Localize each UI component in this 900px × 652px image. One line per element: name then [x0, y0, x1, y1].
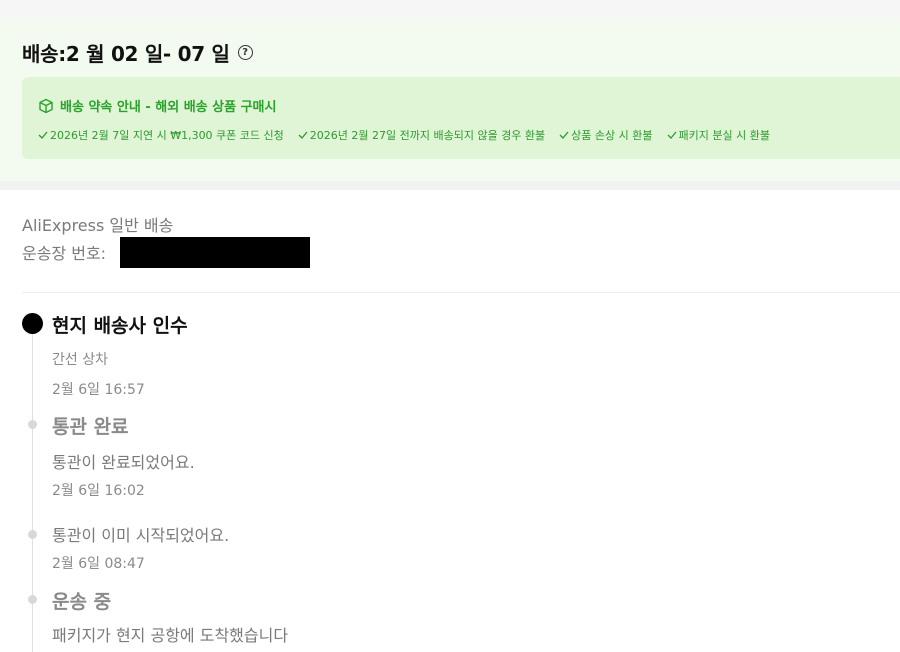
package-box-icon: [39, 98, 53, 113]
timeline-event-text: 통관이 이미 시작되었어요.: [52, 526, 230, 545]
timeline-event-time: 2월 6일 08:47: [52, 556, 145, 572]
check-icon: [667, 131, 677, 139]
promise-list: 2026년 2월 7일 지연 시 ₩1,300 쿠폰 코드 신청 2026년 2…: [38, 127, 784, 143]
timeline-event-heading: 운송 중: [52, 591, 112, 613]
section-separator: [0, 181, 900, 190]
promise-item-label: 상품 손상 시 환불: [571, 129, 653, 142]
promise-item: 2026년 2월 27일 전까지 배송되지 않을 경우 환불: [298, 127, 545, 143]
check-icon: [38, 131, 48, 139]
promise-item: 패키지 분실 시 환불: [667, 127, 770, 143]
promise-item-label: 2026년 2월 27일 전까지 배송되지 않을 경우 환불: [309, 129, 546, 142]
delivery-promise-box: 배송 약속 안내 - 해외 배송 상품 구매시 2026년 2월 7일 지연 시…: [22, 77, 900, 159]
promise-item: 상품 손상 시 환불: [559, 127, 653, 143]
delivery-estimate-title: 배송:2 월 02 일- 07 일: [22, 41, 230, 66]
check-icon: [298, 131, 308, 139]
promise-title-row: 배송 약속 안내 - 해외 배송 상품 구매시: [38, 96, 276, 115]
timeline-dot: [28, 420, 37, 429]
top-band: [0, 0, 900, 18]
timeline-event-heading: 현지 배송사 인수: [52, 315, 188, 337]
carrier-name: AliExpress 일반 배송: [22, 216, 174, 235]
timeline-dot: [28, 530, 37, 539]
promise-title: 배송 약속 안내 - 해외 배송 상품 구매시: [60, 100, 277, 115]
promise-item: 2026년 2월 7일 지연 시 ₩1,300 쿠폰 코드 신청: [38, 127, 284, 143]
question-circle-icon[interactable]: ?: [237, 44, 253, 60]
timeline-event-time: 2월 6일 16:02: [52, 483, 145, 499]
timeline-event-heading: 통관 완료: [52, 416, 129, 438]
tracking-number-row: 운송장 번호:: [22, 240, 106, 264]
timeline-event-text: 간선 상차: [52, 352, 108, 368]
tracking-number-redacted: [120, 237, 310, 268]
timeline-dot: [28, 595, 37, 604]
timeline-event-text: 통관이 완료되었어요.: [52, 453, 195, 472]
divider: [22, 292, 900, 293]
check-icon: [559, 131, 569, 139]
timeline-dot-active: [22, 313, 43, 334]
tracking-number-label: 운송장 번호:: [22, 244, 107, 263]
promise-item-label: 2026년 2월 7일 지연 시 ₩1,300 쿠폰 코드 신청: [50, 129, 284, 142]
timeline-event-text: 패키지가 현지 공항에 도착했습니다: [52, 626, 289, 645]
delivery-title-row: 배송:2 월 02 일- 07 일 ?: [22, 38, 253, 66]
timeline-event-time: 2월 6일 16:57: [52, 382, 145, 398]
promise-item-label: 패키지 분실 시 환불: [678, 129, 770, 142]
